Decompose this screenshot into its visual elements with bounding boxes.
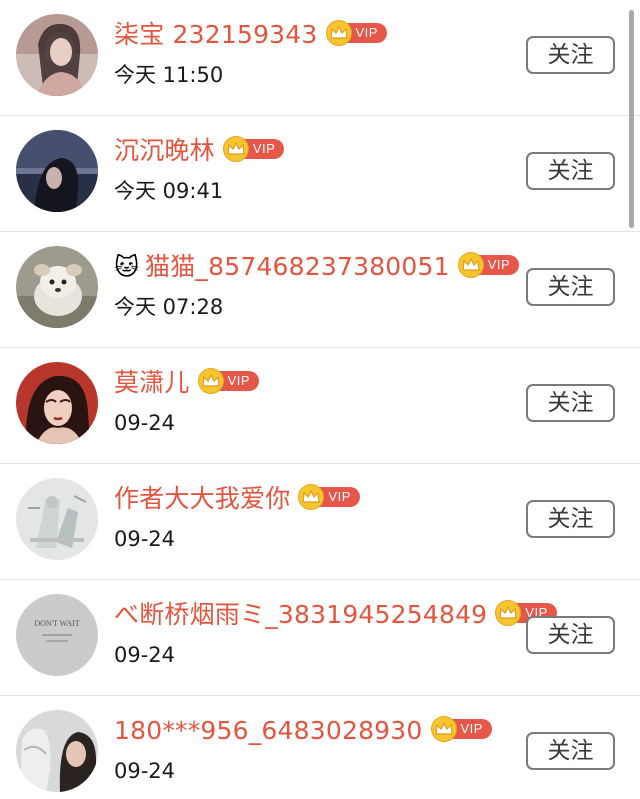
vip-badge: VIP [457, 252, 520, 278]
timestamp: 09-24 [114, 411, 176, 435]
follow-button[interactable]: 关注 [526, 732, 615, 770]
cat-emoji-icon: 🐱 [114, 253, 140, 281]
avatar[interactable] [16, 362, 98, 444]
vip-badge: VIP [325, 20, 387, 46]
follow-button[interactable]: 关注 [526, 500, 615, 538]
list-item[interactable]: DON'T WAIT べ断桥烟雨ミ_3831945254849 VIP 09-2… [0, 580, 640, 696]
user-name[interactable]: べ断桥烟雨ミ_3831945254849 [114, 598, 487, 632]
avatar-photo-icon [16, 246, 98, 328]
name-line: べ断桥烟雨ミ_3831945254849 VIP [114, 598, 557, 632]
user-name[interactable]: 180***956_6483028930 [114, 714, 423, 748]
follow-button[interactable]: 关注 [526, 616, 615, 654]
vip-badge: VIP [197, 368, 260, 394]
scrollbar[interactable] [629, 10, 634, 228]
user-name[interactable]: 莫潇儿 [114, 366, 190, 400]
crown-icon [325, 20, 352, 46]
avatar-photo-icon [16, 14, 98, 96]
list-item[interactable]: 莫潇儿 VIP 09-24 关注 [0, 348, 640, 464]
crown-icon [430, 716, 457, 742]
avatar-caption: DON'T WAIT [34, 619, 79, 628]
name-line: 🐱 猫猫_857468237380051 VIP [114, 250, 520, 284]
vip-badge: VIP [298, 484, 360, 510]
timestamp: 09-24 [114, 643, 176, 667]
vip-badge: VIP [222, 136, 285, 162]
user-name[interactable]: 猫猫_857468237380051 [145, 250, 450, 284]
avatar-photo-icon: DON'T WAIT [16, 594, 98, 676]
user-name[interactable]: 作者大大我爱你 [114, 482, 290, 516]
name-line: 莫潇儿 VIP [114, 366, 260, 400]
avatar-photo-icon [16, 130, 98, 212]
follow-button[interactable]: 关注 [526, 36, 615, 74]
crown-icon [222, 136, 249, 162]
timestamp: 今天 11:50 [114, 63, 224, 87]
avatar[interactable] [16, 478, 98, 560]
follow-button[interactable]: 关注 [526, 152, 615, 190]
list-item[interactable]: 作者大大我爱你 VIP 09-24 关注 [0, 464, 640, 580]
avatar-photo-icon [16, 362, 98, 444]
timestamp: 09-24 [114, 759, 176, 783]
avatar-photo-icon [16, 478, 98, 560]
timestamp: 今天 09:41 [114, 179, 224, 203]
name-line: 沉沉晚林 VIP [114, 134, 285, 168]
list-item[interactable]: 柒宝 232159343 VIP 今天 11:50 关注 [0, 0, 640, 116]
avatar[interactable] [16, 130, 98, 212]
avatar[interactable] [16, 14, 98, 96]
avatar-photo-icon [16, 710, 98, 792]
list-item[interactable]: 沉沉晚林 VIP 今天 09:41 关注 [0, 116, 640, 232]
name-line: 柒宝 232159343 VIP [114, 18, 387, 52]
list-item[interactable]: 180***956_6483028930 VIP 09-24 关注 [0, 696, 640, 799]
avatar[interactable] [16, 246, 98, 328]
name-line: 180***956_6483028930 VIP [114, 714, 492, 748]
avatar[interactable] [16, 710, 98, 792]
follow-button[interactable]: 关注 [526, 268, 615, 306]
timestamp: 09-24 [114, 527, 176, 551]
list-item[interactable]: 🐱 猫猫_857468237380051 VIP 今天 07:28 关注 [0, 232, 640, 348]
crown-icon [197, 368, 224, 394]
user-name[interactable]: 沉沉晚林 [114, 134, 215, 168]
user-name[interactable]: 柒宝 232159343 [114, 18, 318, 52]
timestamp: 今天 07:28 [114, 295, 224, 319]
vip-badge: VIP [430, 716, 492, 742]
follower-list: 柒宝 232159343 VIP 今天 11:50 关注 沉沉晚林 VIP 今天… [0, 0, 640, 799]
crown-icon [457, 252, 484, 278]
avatar[interactable]: DON'T WAIT [16, 594, 98, 676]
follow-button[interactable]: 关注 [526, 384, 615, 422]
name-line: 作者大大我爱你 VIP [114, 482, 360, 516]
